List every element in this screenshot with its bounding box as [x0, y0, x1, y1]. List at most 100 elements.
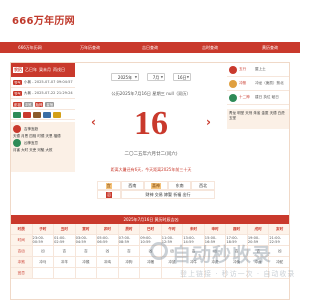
header-cell: 时辰 [11, 224, 33, 234]
jieqi-tag: 节气 [13, 79, 22, 85]
watermark-logo-icon [150, 242, 168, 260]
year-select-value: 2025年 [117, 75, 133, 80]
direction-cell: 西南 [120, 181, 145, 190]
header-cell: 子时 [32, 224, 55, 234]
gods-box: 吉神宜趋 天德 月恩 四相 时德 天恩 福德 凶神宜忌 月害 大时 天吏 河魁 … [11, 122, 75, 172]
header-cell: 戌时 [247, 224, 270, 234]
table-cell: 冲猴 [76, 257, 98, 267]
info-tags-row: 彭祖 冲煞 胎神 星宿 [11, 99, 75, 110]
shier-shen-icon [229, 93, 237, 102]
table-cell: 23:00-00:59 [33, 235, 55, 245]
jieqi-tag: 节气 [13, 90, 22, 96]
ji-list: 财神 交易 嫁娶 祈福 出行 [121, 190, 215, 199]
element-icons-row [11, 110, 75, 120]
date-selector: 2025年 ▼ 7月 ▼ 16日 ▼ [81, 73, 221, 83]
ji-badge: 忌 [106, 191, 112, 198]
lucky-god-icon [13, 125, 21, 133]
table-cell [33, 268, 55, 278]
chongsha-tag[interactable]: 冲煞 [23, 101, 33, 107]
xingxiu-tag[interactable]: 星宿 [45, 101, 55, 107]
header-cell: 卯时 [97, 224, 119, 234]
table-cell [76, 268, 98, 278]
watermark-subtitle: 登上链接 · 秒访一次 · 自动收录 [180, 270, 296, 278]
lunar-ganzhi-header: 农历 乙巳年 癸未月 丙戌日 [11, 63, 75, 77]
lunar-tag: 农历 [13, 67, 23, 73]
watermark-title: 自动秒收录 [172, 244, 273, 266]
left-column: 农历 乙巳年 癸未月 丙戌日 节气 小暑 - 2025-07-07 09:04:… [11, 63, 75, 213]
taishen-tag[interactable]: 胎神 [34, 101, 44, 107]
pengzu-tag[interactable]: 彭祖 [13, 101, 22, 107]
day-select[interactable]: 16日 ▼ [173, 73, 191, 81]
year-select[interactable]: 2025年 ▼ [111, 73, 139, 81]
table-cell: 01:00-02:59 [54, 235, 76, 245]
wuxing-value: 屋上土 [255, 67, 266, 71]
big-day-number: 16 [134, 105, 168, 142]
table-cell [119, 268, 141, 278]
header-cell: 丑时 [54, 224, 76, 234]
day-select-value: 16日 [177, 75, 187, 80]
chevron-down-icon: ▼ [160, 75, 163, 79]
row-label: 时间 [11, 235, 33, 245]
yi-badge: 宜 [105, 182, 112, 189]
table-cell: 冲鸡 [97, 257, 119, 267]
nav-item-lucky-day[interactable]: 吉日查询 [120, 42, 180, 53]
ganzhi-month: 癸未月 [39, 67, 51, 72]
top-bar: 666万年历网 [0, 0, 300, 38]
ganzhi-year: 乙巳年 [25, 67, 37, 72]
shier-shen-value: 建日 执位 破日 [255, 95, 279, 99]
direction-cell: 东南 [167, 181, 192, 190]
solar-date-line: 公历2025年7月16日 星期三 null（双历） [111, 91, 191, 96]
month-select[interactable]: 7月 ▼ [147, 73, 165, 81]
evil-gods-list: 月害 大时 天吏 河魁 大败 [13, 148, 53, 152]
hours-table-title: 2025年7月16日 黄历时辰吉凶 [11, 215, 289, 224]
jieqi-row: 节气 大暑 - 2025-07-22 21:29:24 [11, 88, 75, 99]
chongsha-value: 冲龙（庚辰）煞北 [255, 81, 284, 85]
chongsha-label: 冲煞 [239, 81, 247, 85]
header-cell: 巳时 [140, 224, 162, 234]
table-cell: 凶 [97, 246, 119, 256]
xishen-badge: 喜神 [150, 182, 161, 189]
table-cell: 冲狗 [119, 257, 141, 267]
water-icon [43, 111, 51, 118]
header-cell: 亥时 [269, 224, 289, 234]
evil-gods-title: 凶神宜忌 [24, 141, 38, 145]
table-cell: 吉 [54, 246, 76, 256]
table-cell: 03:00-04:59 [76, 235, 98, 245]
jieqi-text: 大暑 - 2025-07-22 21:29:24 [23, 90, 73, 95]
table-cell [97, 268, 119, 278]
nav-item-almanac[interactable]: 黄历查询 [240, 42, 300, 53]
row-label: 冲煞 [11, 257, 33, 267]
row-label: 宜忌 [11, 268, 33, 278]
earth-icon [33, 111, 41, 118]
main-nav: 666万年历网 万年历查询 吉日查询 吉时查询 黄历查询 [0, 42, 300, 53]
nav-item-lucky-hour[interactable]: 吉时查询 [180, 42, 240, 53]
right-column: 五行 屋上土 冲煞 冲龙（庚辰）煞北 十二神 建日 执位 破日 青龙 明堂 天刑… [227, 63, 289, 213]
watermark-overlay: 自动秒收录 登上链接 · 秒访一次 · 自动收录 [150, 240, 300, 278]
hours-header-row: 时辰 子时 丑时 寅时 卯时 辰时 巳时 午时 未时 申时 酉时 戌时 亥时 [11, 224, 289, 235]
wuxing-label: 五行 [239, 67, 247, 71]
table-cell: 吉 [76, 246, 98, 256]
next-day-icon[interactable]: › [206, 115, 211, 129]
header-cell: 寅时 [75, 224, 98, 234]
direction-cell: 西北 [191, 181, 215, 190]
header-cell: 酉时 [226, 224, 248, 234]
date-center: 2025年 ▼ 7月 ▼ 16日 ▼ 公历2025年7月16日 星期三 null… [81, 63, 221, 213]
table-cell: 吉 [119, 246, 141, 256]
table-cell: 冲马 [33, 257, 55, 267]
evil-god-icon [13, 139, 21, 147]
site-logo[interactable]: 666万年历网 [12, 12, 75, 27]
nav-item-home[interactable]: 666万年历网 [0, 42, 60, 53]
shier-shen-row: 十二神 建日 执位 破日 [227, 91, 289, 105]
wuxing-icon [229, 65, 237, 74]
nav-item-calendar[interactable]: 万年历查询 [60, 42, 120, 53]
jieqi-row: 节气 小暑 - 2025-07-07 09:04:57 [11, 77, 75, 88]
shier-shen-label: 十二神 [239, 95, 250, 99]
metal-icon [53, 111, 61, 118]
month-select-value: 7月 [152, 75, 160, 80]
wood-icon [13, 111, 21, 118]
table-cell [54, 268, 76, 278]
fire-icon [23, 111, 31, 118]
ganzhi-day: 丙戌日 [53, 67, 65, 72]
header-cell: 未时 [183, 224, 205, 234]
row-label: 吉凶 [11, 246, 33, 256]
